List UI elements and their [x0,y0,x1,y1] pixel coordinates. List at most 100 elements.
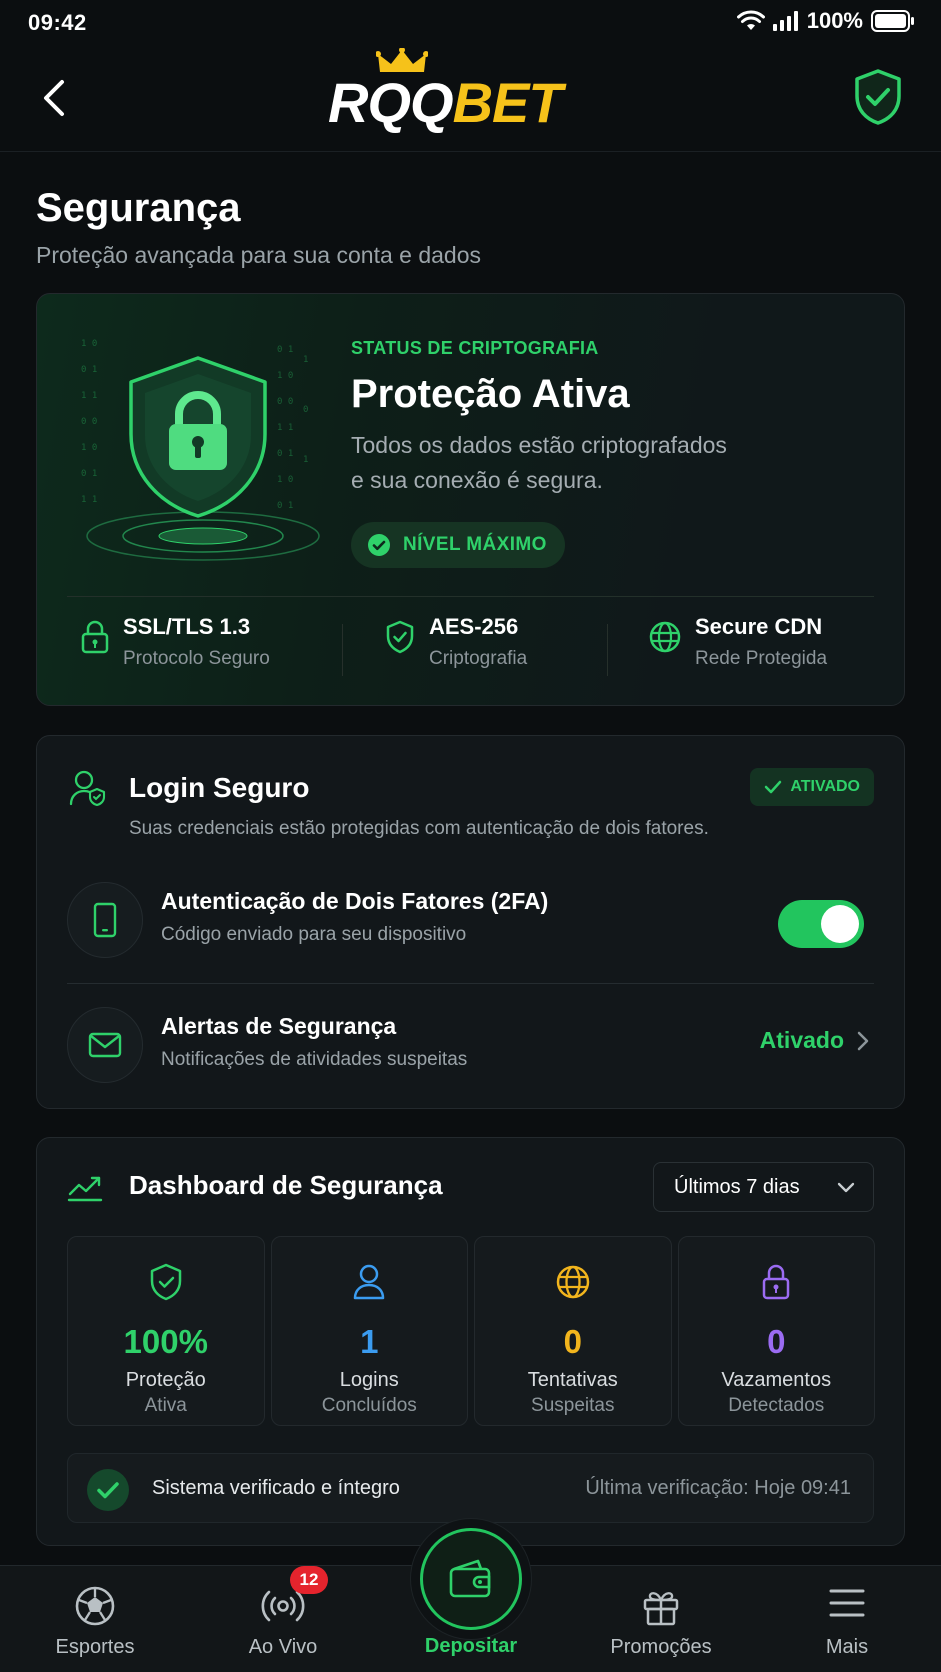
security-alerts-row[interactable]: Alertas de Segurança Notificações de ati… [67,1001,874,1093]
feature-ssl: SSL/TLS 1.3 Protocolo Seguro [81,612,270,670]
feature-aes: AES-256 Criptografia [385,612,527,670]
description-line-1: Todos os dados estão criptografados [351,432,727,458]
wifi-icon [736,10,765,30]
feature-title: AES-256 [429,614,519,639]
status-badge: ATIVADO [750,768,874,806]
user-icon [354,1264,385,1300]
logo-text-white: RQQ [328,71,454,134]
check-circle-icon [368,534,390,556]
last-verification-time: Última verificação: Hoje 09:41 [585,1477,851,1499]
stat-label: Proteção [125,1369,206,1391]
svg-text:0 1: 0 1 [81,469,97,479]
twofa-toggle[interactable] [778,900,864,948]
toggle-knob [821,905,859,943]
svg-text:1: 1 [303,455,308,465]
logo-text-yellow: BET [452,71,563,134]
svg-text:1: 1 [303,355,308,365]
stat-value: 0 [563,1323,582,1360]
secure-login-description: Suas credenciais estão protegidas com au… [129,818,709,839]
status-time: 09:42 [28,10,87,35]
tab-label: Promoções [610,1636,712,1658]
lock-icon [81,620,109,654]
globe-icon [556,1265,589,1299]
stat-sublabel: Detectados [728,1395,825,1416]
svg-text:0 1: 0 1 [277,449,293,459]
verification-text: Sistema verificado e íntegro [152,1477,400,1499]
svg-text:0: 0 [303,405,308,415]
feature-separator [607,624,608,676]
svg-text:0 0: 0 0 [277,397,293,407]
battery-percent: 100% [806,8,863,33]
smartphone-icon [93,902,117,938]
page-title: Segurança [36,186,241,230]
app-header: RQQBET [0,48,941,152]
svg-text:1 0: 1 0 [81,339,97,349]
signal-icon [772,11,798,31]
lock-icon [763,1264,790,1300]
stat-label: Logins [339,1369,399,1391]
stat-sublabel: Suspeitas [531,1395,615,1416]
shield-lock-icon [129,356,267,518]
period-select[interactable]: Últimos 7 dias [653,1162,874,1212]
description-line-2: e sua conexão é segura. [351,467,603,493]
deposit-button[interactable] [420,1528,522,1630]
svg-text:0 1: 0 1 [81,365,97,375]
alerts-status: Ativado [759,1027,844,1053]
alerts-status-link[interactable]: Ativado [760,1027,870,1054]
brand-logo[interactable]: RQQBET [328,48,618,148]
hero-divider [67,596,874,597]
security-level-pill: NÍVEL MÁXIMO [351,522,565,568]
shield-check-icon[interactable] [853,68,903,126]
stat-protection[interactable]: 100% Proteção Ativa [67,1236,265,1426]
stat-logins[interactable]: 1 Logins Concluídos [270,1236,468,1426]
tab-ao-vivo[interactable]: Ao Vivo [218,1566,348,1672]
stat-value: 100% [123,1323,208,1360]
feature-subtitle: Protocolo Seguro [123,648,270,669]
gift-icon [643,1592,679,1626]
shield-check-icon [150,1263,181,1301]
stat-leaks[interactable]: 0 Vazamentos Detectados [677,1236,875,1426]
dashboard-title: Dashboard de Segurança [129,1170,443,1200]
feature-title: SSL/TLS 1.3 [123,614,251,639]
stat-sublabel: Concluídos [321,1395,417,1416]
trend-chart-icon [67,1176,103,1202]
globe-icon [649,621,681,653]
stat-label: Tentativas [527,1369,618,1391]
feature-separator [342,624,343,676]
svg-text:1 0: 1 0 [277,371,293,381]
back-arrow-icon[interactable] [36,76,76,120]
stat-sublabel: Ativa [144,1395,187,1416]
twofa-row: Autenticação de Dois Fatores (2FA) Códig… [67,876,874,968]
twofa-subtitle: Código enviado para seu dispositivo [161,924,467,945]
security-dashboard-card: Dashboard de Segurança Últimos 7 dias 10… [36,1137,905,1546]
check-icon [765,780,782,794]
tab-mais[interactable]: Mais [782,1566,912,1672]
svg-text:1 1: 1 1 [81,391,97,401]
protection-title: Proteção Ativa [351,372,630,416]
tab-esportes[interactable]: Esportes [30,1566,160,1672]
svg-text:0 1: 0 1 [277,345,293,355]
alerts-title: Alertas de Segurança [161,1013,397,1039]
feature-title: Secure CDN [695,614,823,639]
page-subtitle: Proteção avançada para sua conta e dados [36,242,481,268]
deposit-label: Depositar [424,1635,518,1657]
verification-banner: Sistema verificado e íntegro Última veri… [67,1453,874,1523]
security-level-label: NÍVEL MÁXIMO [403,534,547,555]
svg-text:1 0: 1 0 [81,443,97,453]
feature-cdn: Secure CDN Rede Protegida [649,612,827,670]
tab-promocoes[interactable]: Promoções [596,1566,726,1672]
stats-grid: 100% Proteção Ativa 1 Logins Concluídos … [67,1236,875,1426]
stat-suspicious[interactable]: 0 Tentativas Suspeitas [474,1236,672,1426]
protection-description: Todos os dados estão criptografados e sua… [351,428,781,498]
status-badge-label: ATIVADO [790,778,860,795]
svg-text:1 1: 1 1 [277,423,293,433]
shield-check-icon [386,620,414,654]
chevron-down-icon [837,1182,855,1193]
check-circle-icon [87,1469,129,1511]
tab-label: Esportes [55,1636,135,1658]
stat-label: Vazamentos [721,1369,832,1391]
soccer-ball-icon [75,1586,115,1626]
period-value: Últimos 7 dias [674,1175,800,1198]
wallet-icon [449,1559,491,1598]
encryption-kicker: STATUS DE CRIPTOGRAFIA [351,338,599,358]
